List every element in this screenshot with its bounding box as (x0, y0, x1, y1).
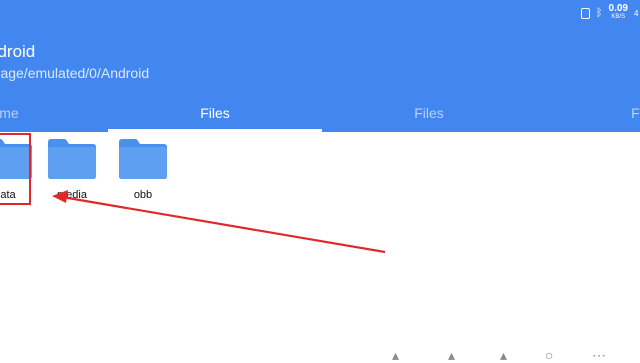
bottom-icons: ▴ ▴ ▴ ○ ⋯ (380, 346, 640, 362)
annotation-arrow (52, 190, 386, 254)
